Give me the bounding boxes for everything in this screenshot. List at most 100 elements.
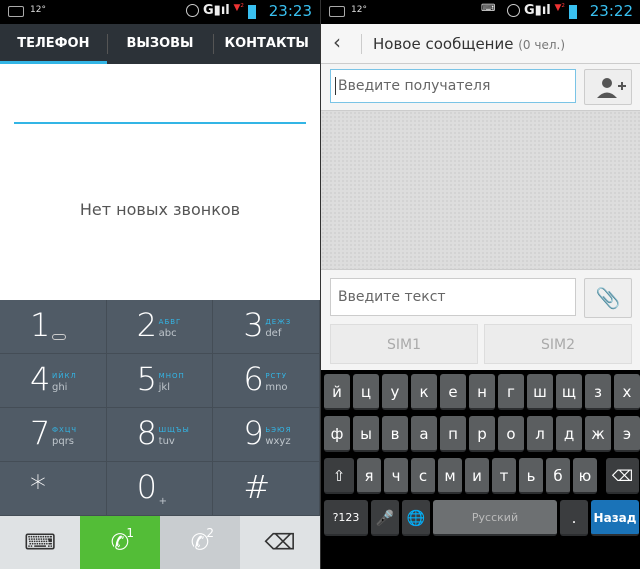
key-о[interactable]: о	[498, 416, 524, 452]
symbols-key[interactable]: ?123	[324, 500, 368, 536]
shift-key[interactable]: ⇧	[324, 458, 354, 494]
dialer-action-bar: ⌨ ✆ 1 ✆ 2 ⌫	[0, 516, 320, 569]
temperature: 12°	[30, 5, 46, 15]
key-л[interactable]: л	[527, 416, 553, 452]
dial-key-5[interactable]: 5 МНОП jkl	[106, 354, 214, 408]
key-у[interactable]: у	[382, 374, 408, 410]
key-н[interactable]: н	[469, 374, 495, 410]
phone-tabs: ТЕЛЕФОН ВЫЗОВЫ КОНТАКТЫ	[0, 24, 320, 64]
dialpad: 1 2 АБВГ abc 3 ДЕЖЗ def 4 ИЙКЛ ghi 5 МНОП jkl 6Р…	[0, 300, 320, 516]
keyboard-row-3: ⇧ ячсмитьбю ⌫	[321, 454, 640, 496]
key-ц[interactable]: ц	[353, 374, 379, 410]
dial-key-9[interactable]: 9 ЬЭЮЯ wxyz	[213, 408, 320, 462]
clock: 23:23	[268, 2, 312, 20]
dial-key-2[interactable]: 2 АБВГ abc	[106, 300, 214, 354]
back-chevron-icon[interactable]: ‹	[333, 30, 341, 54]
key-ф[interactable]: ф	[324, 416, 350, 452]
key-с[interactable]: с	[411, 458, 435, 494]
alarm-icon	[186, 4, 199, 17]
key-ч[interactable]: ч	[384, 458, 408, 494]
backspace-key[interactable]: ⌫	[606, 458, 639, 494]
tab-contacts[interactable]: КОНТАКТЫ	[213, 24, 320, 64]
key-д[interactable]: д	[556, 416, 582, 452]
battery-icon	[569, 5, 577, 19]
space-key[interactable]: Русский	[433, 500, 557, 536]
dial-key-0[interactable]: 0 +	[106, 462, 214, 516]
dialpad-toggle-button[interactable]: ⌨	[0, 516, 80, 569]
key-м[interactable]: м	[438, 458, 462, 494]
key-з[interactable]: з	[585, 374, 611, 410]
key-ж[interactable]: ж	[585, 416, 611, 452]
add-contact-icon	[597, 78, 626, 98]
status-bar: 12° ⌨ G▮ıl ▼² 23:22	[321, 0, 640, 24]
key-б[interactable]: б	[546, 458, 570, 494]
key-я[interactable]: я	[357, 458, 381, 494]
sim2-signal-icon: ▼²	[233, 3, 244, 13]
key-ы[interactable]: ы	[353, 416, 379, 452]
key-й[interactable]: й	[324, 374, 350, 410]
dial-key-7[interactable]: 7 ФХЦЧ pqrs	[0, 408, 107, 462]
page-title: Новое сообщение (0 чел.)	[373, 35, 566, 53]
keyboard-row-4: ?123 🎤 🌐 Русский . Назад	[321, 496, 640, 538]
key-х[interactable]: х	[614, 374, 640, 410]
dial-key-4[interactable]: 4 ИЙКЛ ghi	[0, 354, 107, 408]
key-ь[interactable]: ь	[519, 458, 543, 494]
message-text-input[interactable]: Введите текст	[330, 278, 576, 316]
delete-button[interactable]: ⌫	[240, 516, 320, 569]
keyboard-row-2: фывапролджэ	[321, 412, 640, 454]
gallery-icon	[8, 6, 24, 17]
key-е[interactable]: е	[440, 374, 466, 410]
dial-key-6[interactable]: 6 РСТУ mno	[213, 354, 320, 408]
key-п[interactable]: п	[440, 416, 466, 452]
phone-screen: 12° G▮ıl ▼² 23:23 ТЕЛЕФОН ВЫЗОВЫ КОНТАКТ…	[0, 0, 320, 569]
call-sim1-button[interactable]: ✆ 1	[80, 516, 160, 569]
key-а[interactable]: а	[411, 416, 437, 452]
mic-key[interactable]: 🎤	[371, 500, 399, 536]
key-к[interactable]: к	[411, 374, 437, 410]
key-щ[interactable]: щ	[556, 374, 582, 410]
key-и[interactable]: и	[465, 458, 489, 494]
backspace-icon: ⌫	[611, 467, 634, 485]
add-contact-button[interactable]	[584, 69, 632, 105]
temperature: 12°	[351, 5, 367, 15]
backspace-icon: ⌫	[264, 530, 296, 555]
sim2-signal-icon: ▼²	[554, 3, 565, 13]
key-ш[interactable]: ш	[527, 374, 553, 410]
attach-button[interactable]: 📎	[584, 278, 632, 318]
battery-icon	[248, 5, 256, 19]
keyboard-status-icon: ⌨	[481, 3, 496, 14]
keyboard-row-1: йцукенгшщзх	[321, 370, 640, 412]
dial-key-star[interactable]: *	[0, 462, 107, 516]
gallery-icon	[329, 6, 345, 17]
globe-icon: 🌐	[406, 509, 426, 527]
call-sim2-button[interactable]: ✆ 2	[160, 516, 240, 569]
key-э[interactable]: э	[614, 416, 640, 452]
key-т[interactable]: т	[492, 458, 516, 494]
microphone-icon: 🎤	[375, 509, 395, 527]
key-р[interactable]: р	[469, 416, 495, 452]
period-key[interactable]: .	[560, 500, 588, 536]
number-input[interactable]	[14, 122, 306, 124]
conversation-area	[321, 110, 640, 270]
voicemail-icon	[52, 334, 66, 340]
tab-calls[interactable]: ВЫЗОВЫ	[106, 24, 214, 64]
shift-icon: ⇧	[332, 467, 346, 485]
tab-phone[interactable]: ТЕЛЕФОН	[0, 24, 107, 64]
dial-key-hash[interactable]: #	[213, 462, 320, 516]
send-sim2-button[interactable]: SIM2	[484, 324, 632, 364]
empty-calls-text: Нет новых звонков	[79, 200, 241, 219]
language-key[interactable]: 🌐	[402, 500, 430, 536]
key-в[interactable]: в	[382, 416, 408, 452]
dial-key-3[interactable]: 3 ДЕЖЗ def	[213, 300, 320, 354]
key-г[interactable]: г	[498, 374, 524, 410]
key-ю[interactable]: ю	[573, 458, 597, 494]
enter-key[interactable]: Назад	[591, 500, 639, 536]
paperclip-icon: 📎	[595, 286, 621, 310]
divider	[361, 34, 362, 54]
clock: 23:22	[589, 2, 633, 20]
dial-key-8[interactable]: 8 ШЩЪЫ tuv	[106, 408, 214, 462]
recipient-input[interactable]: Введите получателя	[330, 69, 576, 103]
status-bar: 12° G▮ıl ▼² 23:23	[0, 0, 320, 24]
dial-key-1[interactable]: 1	[0, 300, 107, 354]
send-sim1-button[interactable]: SIM1	[330, 324, 478, 364]
